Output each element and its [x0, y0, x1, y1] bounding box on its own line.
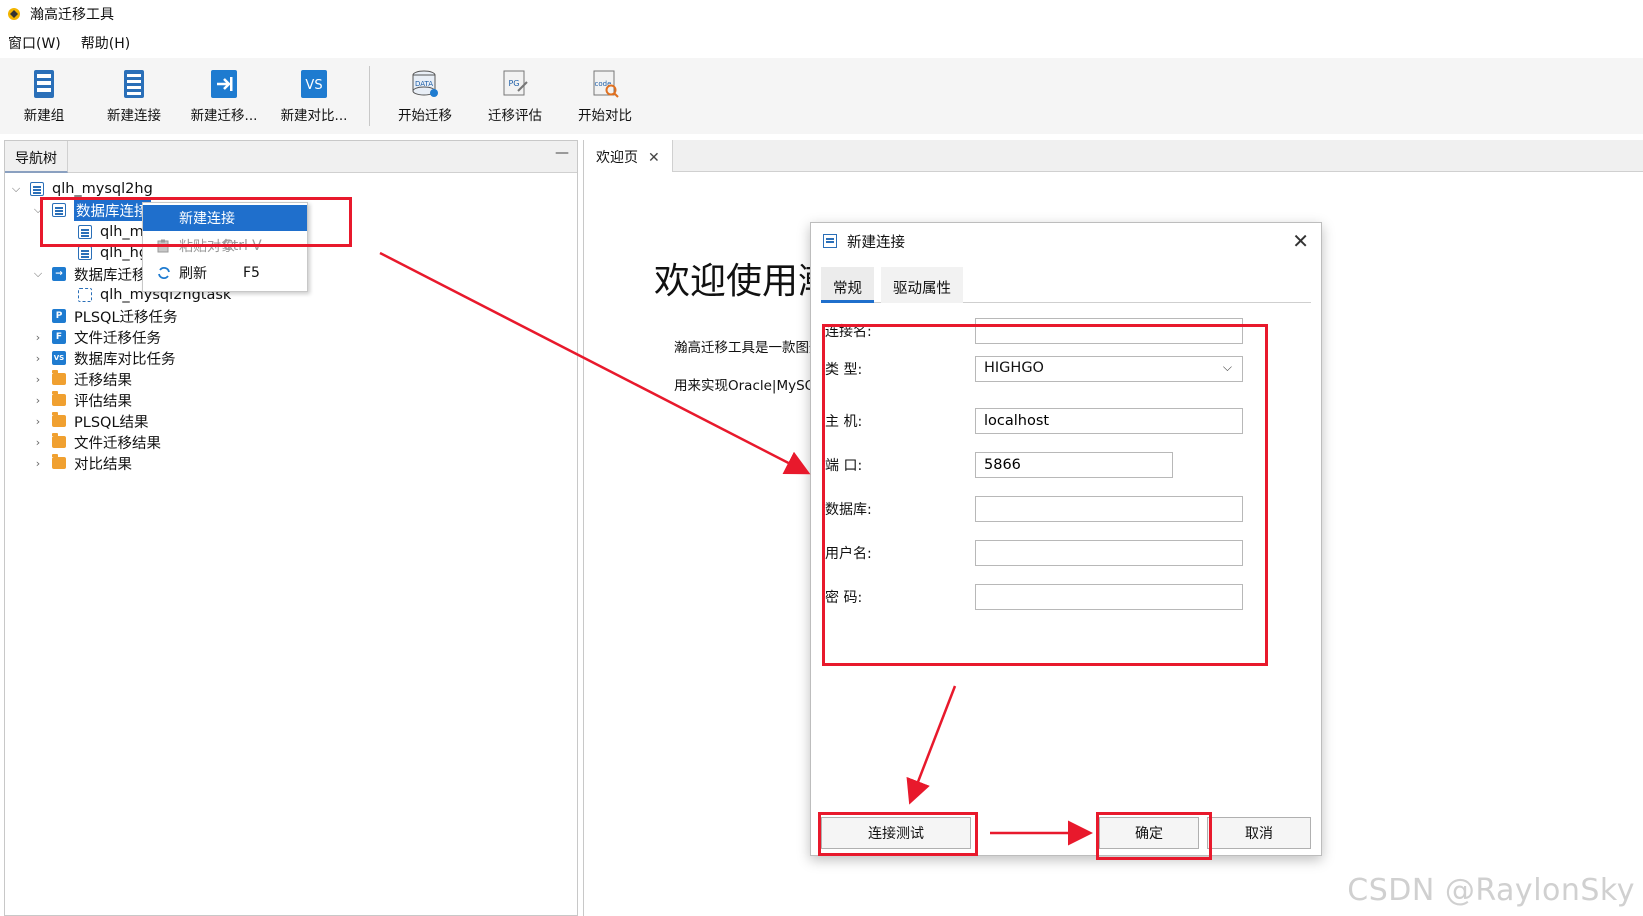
chevron-down-icon[interactable]: ⌵ [32, 267, 44, 280]
cancel-button[interactable]: 取消 [1207, 817, 1311, 849]
chevron-down-icon[interactable]: ⌵ [10, 182, 22, 195]
menu-item-label: 刷新 [179, 266, 207, 282]
chevron-right-icon[interactable]: › [32, 373, 44, 386]
tree-item-plsql-tasks[interactable]: P PLSQL迁移任务 [52, 305, 178, 327]
migration-assess-button[interactable]: PG 迁移评估 [471, 66, 559, 126]
title-bar: 瀚高迁移工具 [0, 0, 1643, 28]
tree-item-assess-results[interactable]: › 评估结果 [32, 389, 132, 411]
tab-driver-properties[interactable]: 驱动属性 [881, 267, 963, 303]
folder-icon [52, 391, 66, 406]
tab-general[interactable]: 常规 [821, 267, 874, 303]
tree-item-label: 对比结果 [74, 456, 132, 473]
folder-icon [52, 370, 66, 385]
tab-welcome[interactable]: 欢迎页 ✕ [584, 140, 673, 172]
app-logo-icon [6, 6, 22, 22]
new-compare-icon: VS [299, 68, 329, 100]
chevron-right-icon[interactable]: › [32, 352, 44, 365]
toolbar-separator [369, 66, 370, 126]
task-icon [78, 288, 92, 302]
project-icon [30, 182, 44, 196]
database-icon [78, 246, 92, 260]
tree-item-label: PLSQL结果 [74, 414, 149, 431]
dialog-title-bar: 新建连接 [811, 223, 1321, 259]
start-migration-icon: DATA [410, 68, 440, 100]
chevron-right-icon[interactable]: › [32, 331, 44, 344]
new-group-button[interactable]: 新建组 [0, 66, 88, 126]
menu-bar: 窗口(W) 帮助(H) [0, 30, 1643, 56]
highlight-box-test [818, 812, 978, 856]
migration-icon: → [52, 267, 66, 281]
new-group-icon [29, 68, 59, 100]
start-compare-icon: code [590, 68, 620, 100]
tree-item-compare-tasks[interactable]: › VS 数据库对比任务 [32, 347, 176, 369]
plsql-icon: P [52, 309, 66, 323]
new-connection-label: 新建连接 [107, 108, 161, 124]
menu-item-shortcut: F5 [243, 265, 260, 281]
new-migration-button[interactable]: 新建迁移... [180, 66, 268, 126]
svg-text:VS: VS [305, 78, 322, 93]
tree-item-label: PLSQL迁移任务 [74, 309, 178, 326]
folder-icon [52, 433, 66, 448]
new-compare-label: 新建对比... [280, 108, 348, 124]
svg-text:PG: PG [508, 79, 519, 88]
migration-assess-icon: PG [500, 68, 530, 100]
menu-help[interactable]: 帮助(H) [81, 33, 130, 53]
file-icon: F [52, 330, 66, 344]
highlight-box-tree [40, 197, 352, 247]
tree-item-label: qlh_hg [100, 245, 149, 261]
tree-item-label: 文件迁移结果 [74, 435, 161, 452]
start-migration-label: 开始迁移 [398, 108, 452, 124]
menu-item-refresh[interactable]: 刷新 F5 [143, 260, 307, 286]
editor-tab-bar: 欢迎页 ✕ [584, 140, 1643, 172]
window-title: 瀚高迁移工具 [30, 7, 114, 23]
new-group-label: 新建组 [23, 108, 65, 124]
tree-item-file-results[interactable]: › 文件迁移结果 [32, 431, 161, 453]
chevron-right-icon[interactable]: › [32, 415, 44, 428]
minimize-icon[interactable]: — [555, 145, 569, 161]
nav-panel-header: 导航树 — [5, 141, 577, 173]
folder-icon [52, 454, 66, 469]
chevron-right-icon[interactable]: › [32, 394, 44, 407]
new-migration-label: 新建迁移... [190, 108, 258, 124]
watermark: CSDN @RaylonSky [1347, 873, 1635, 908]
menu-window[interactable]: 窗口(W) [8, 33, 61, 53]
toolbar: 新建组 新建连接 新建迁移... VS 新建对比... DATA 开始迁移 PG… [0, 58, 1643, 134]
close-icon[interactable]: ✕ [648, 150, 660, 166]
chevron-right-icon[interactable]: › [32, 436, 44, 449]
new-migration-icon [209, 68, 239, 100]
tree-item-label: 数据库迁移 [74, 267, 147, 284]
tree-item-db-migration[interactable]: ⌵ → 数据库迁移 [32, 263, 147, 285]
svg-text:DATA: DATA [415, 80, 433, 88]
highlight-box-ok [1096, 812, 1212, 860]
start-compare-label: 开始对比 [578, 108, 632, 124]
tree-item-migration-results[interactable]: › 迁移结果 [32, 368, 132, 390]
refresh-icon [157, 266, 171, 280]
tree-item-file-tasks[interactable]: › F 文件迁移任务 [32, 326, 161, 348]
dialog-title: 新建连接 [847, 234, 905, 251]
start-compare-button[interactable]: code 开始对比 [561, 66, 649, 126]
start-migration-button[interactable]: DATA 开始迁移 [381, 66, 469, 126]
new-connection-icon [119, 68, 149, 100]
connection-icon [823, 234, 837, 248]
highlight-box-fields [822, 324, 1268, 666]
chevron-right-icon[interactable]: › [32, 457, 44, 470]
nav-tree-tab[interactable]: 导航树 [5, 141, 68, 173]
close-icon[interactable]: ✕ [1292, 229, 1309, 253]
tree-item-label: qlh_mysql2hg [52, 181, 153, 197]
migration-assess-label: 迁移评估 [488, 108, 542, 124]
tree-item-label: 数据库对比任务 [74, 351, 176, 368]
dialog-tabs: 常规 驱动属性 [821, 267, 1311, 303]
tab-label: 欢迎页 [596, 150, 638, 166]
tree-item-compare-results[interactable]: › 对比结果 [32, 452, 132, 474]
tree-item-label: 迁移结果 [74, 372, 132, 389]
folder-icon [52, 412, 66, 427]
tree-item-label: 评估结果 [74, 393, 132, 410]
new-connection-button[interactable]: 新建连接 [90, 66, 178, 126]
tree-item-label: 文件迁移任务 [74, 330, 161, 347]
new-compare-button[interactable]: VS 新建对比... [270, 66, 358, 126]
tree-item-plsql-results[interactable]: › PLSQL结果 [32, 410, 149, 432]
vs-icon: VS [52, 351, 66, 365]
